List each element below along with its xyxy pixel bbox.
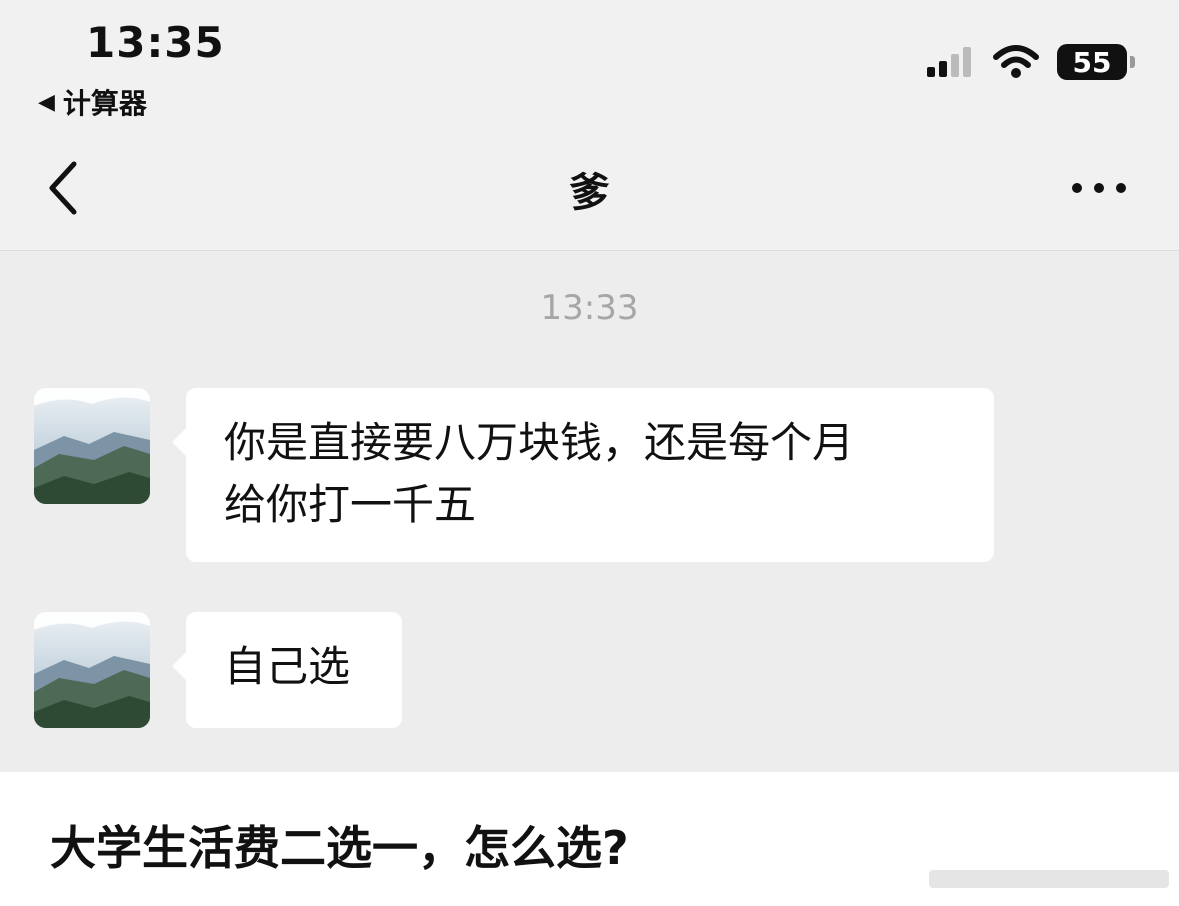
chat-navbar: 爹 (0, 130, 1179, 251)
mountain-landscape-avatar-icon (34, 388, 150, 504)
back-to-app-link[interactable]: ◀ 计算器 (38, 82, 147, 122)
more-dots-icon[interactable] (1069, 168, 1129, 208)
message-text-line: 你是直接要八万块钱，还是每个月 (224, 418, 855, 467)
message-bubble[interactable]: 你是直接要八万块钱，还是每个月 给你打一千五 (172, 388, 994, 562)
message-timestamp: 13:33 (540, 288, 639, 328)
status-bar: 13:35 ◀ 计算器 55 (0, 0, 1179, 130)
avatar[interactable] (34, 388, 150, 504)
post-caption: 大学生活费二选一，怎么选? (50, 821, 629, 875)
cellular-signal-icon (927, 47, 971, 77)
mountain-landscape-avatar-icon (34, 612, 150, 728)
message-bubble[interactable]: 自己选 (172, 612, 402, 728)
status-time: 13:35 (86, 18, 225, 67)
message-text-line: 给你打一千五 (224, 480, 477, 529)
watermark-icon (929, 870, 1169, 888)
avatar[interactable] (34, 612, 150, 728)
caption-area: 大学生活费二选一，怎么选? (0, 772, 1179, 906)
chat-title: 爹 (569, 170, 610, 216)
wifi-icon (993, 45, 1039, 78)
system-icons: 55 (925, 44, 1135, 80)
message-text-line: 自己选 (224, 642, 351, 691)
battery-icon: 55 (1057, 44, 1135, 80)
back-triangle-icon: ◀ (38, 89, 55, 115)
back-app-label: 计算器 (62, 87, 147, 120)
